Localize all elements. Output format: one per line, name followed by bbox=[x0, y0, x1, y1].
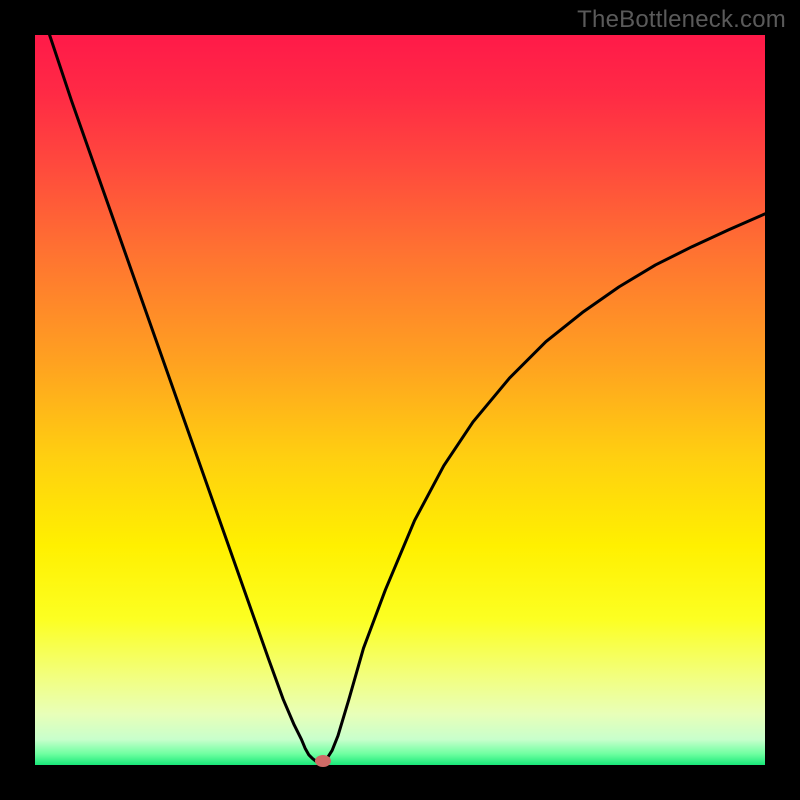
gradient-background bbox=[35, 35, 765, 765]
chart-plot bbox=[35, 35, 765, 765]
watermark-text: TheBottleneck.com bbox=[577, 6, 786, 34]
chart-frame: TheBottleneck.com bbox=[0, 0, 800, 800]
optimal-point-marker bbox=[315, 755, 331, 767]
